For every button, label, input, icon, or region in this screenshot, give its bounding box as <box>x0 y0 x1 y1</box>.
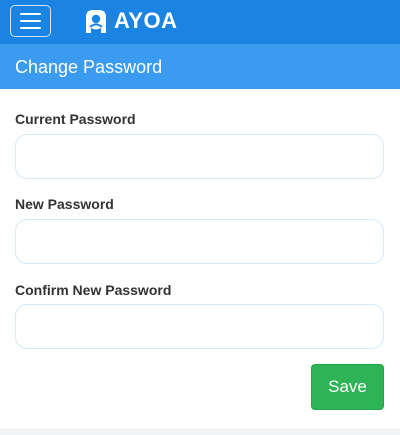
ayoa-logo-icon <box>86 10 106 33</box>
hamburger-menu-icon-line <box>20 20 41 22</box>
top-navigation-bar: AYOA <box>0 0 400 44</box>
confirm-new-password-label: Confirm New Password <box>15 282 172 298</box>
new-password-label: New Password <box>15 196 114 212</box>
confirm-new-password-input[interactable] <box>15 304 384 349</box>
ayoa-logo[interactable]: AYOA <box>82 7 178 35</box>
bottom-divider <box>0 429 400 435</box>
hamburger-menu-icon <box>20 13 41 15</box>
brand-name: AYOA <box>114 8 178 33</box>
new-password-input[interactable] <box>15 219 384 264</box>
current-password-input[interactable] <box>15 134 384 179</box>
save-button[interactable]: Save <box>311 364 384 410</box>
hamburger-menu-icon-line <box>20 27 41 29</box>
menu-button[interactable] <box>10 5 51 37</box>
page-title: Change Password <box>15 57 163 77</box>
current-password-label: Current Password <box>15 111 136 127</box>
